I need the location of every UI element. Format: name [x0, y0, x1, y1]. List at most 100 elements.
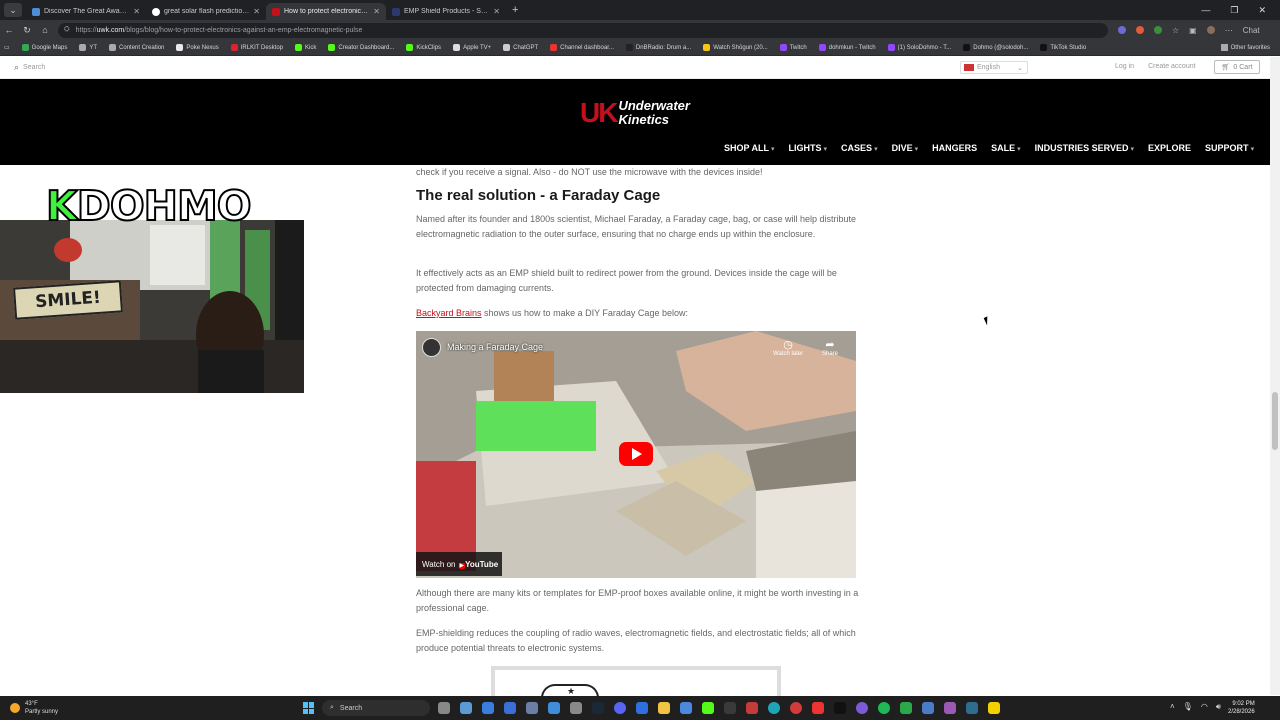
app-icon[interactable] [966, 702, 978, 714]
bookmark-folder-icon[interactable]: ▭ [4, 44, 10, 51]
nav-shop-all[interactable]: SHOP ALL ▾ [724, 143, 775, 153]
bookmark-item[interactable]: IRLKIT Desktop [230, 44, 283, 51]
tab-3[interactable]: EMP Shield Products - Signature S ✕ [386, 3, 506, 20]
page-scrollbar[interactable] [1270, 57, 1280, 695]
xbox-icon[interactable] [724, 702, 736, 714]
watch-later-button[interactable]: ◷ Watch later [773, 338, 803, 357]
site-info-icon[interactable]: ⛭ [64, 26, 70, 34]
nav-dive[interactable]: DIVE ▾ [892, 143, 919, 153]
copilot-chat-button[interactable]: Chat [1243, 26, 1260, 35]
bookmark-item[interactable]: DnBRadio: Drum a... [625, 44, 691, 51]
maximize-icon[interactable]: ❐ [1230, 5, 1238, 16]
bookmark-item[interactable]: Content Creation [109, 44, 164, 51]
app-icon[interactable] [570, 702, 582, 714]
chevron-up-icon[interactable]: ˄ [1170, 702, 1175, 712]
refresh-icon[interactable]: ↻ [18, 25, 36, 36]
profile-avatar[interactable] [1206, 26, 1215, 34]
bookmark-item[interactable]: dohmkun - Twitch [818, 44, 876, 51]
login-link[interactable]: Log in [1115, 63, 1134, 70]
nav-lights[interactable]: LIGHTS ▾ [789, 143, 828, 153]
task-view-icon[interactable] [438, 702, 450, 714]
close-icon[interactable]: ✕ [253, 7, 260, 16]
wifi-icon[interactable]: ◠ [1201, 702, 1208, 712]
steam-icon[interactable] [592, 702, 604, 714]
bookmark-item[interactable]: TikTok Studio [1040, 44, 1086, 51]
nav-explore[interactable]: EXPLORE [1148, 143, 1191, 153]
microphone-icon[interactable]: 🎙︎ [1183, 702, 1193, 712]
bookmark-item[interactable]: Apple TV+ [453, 44, 491, 51]
start-windows-icon[interactable] [303, 702, 315, 714]
app-icon[interactable] [900, 702, 912, 714]
youtube-embed[interactable]: Making a Faraday Cage ◷ Watch later ➦ Shar… [416, 331, 856, 578]
other-favorites[interactable]: Other favorites [1220, 44, 1280, 51]
language-select[interactable]: English ⌄ [960, 61, 1028, 74]
kick-icon[interactable] [702, 702, 714, 714]
tab-actions-icon[interactable]: ⌄ [4, 3, 22, 17]
taskbar-search[interactable]: ⌕ Search [322, 700, 430, 716]
tab-1[interactable]: great solar flash prediction - Goog ✕ [146, 3, 266, 20]
watch-on-youtube-button[interactable]: Watch on ▶YouTube [416, 552, 502, 576]
close-icon[interactable]: ✕ [133, 7, 140, 16]
bookmark-item[interactable]: Channel dashboar... [550, 44, 614, 51]
bookmark-item[interactable]: Creator Dashboard... [328, 44, 394, 51]
close-icon[interactable]: ✕ [493, 7, 500, 16]
bookmark-item[interactable]: Poke Nexus [176, 44, 219, 51]
app-icon[interactable] [746, 702, 758, 714]
extension-icon[interactable] [1118, 26, 1126, 34]
app-icon[interactable] [680, 702, 692, 714]
bookmark-item[interactable]: (1) SoloDohmo - T... [887, 44, 951, 51]
site-search[interactable]: ⌕ Search [14, 62, 45, 73]
tab-2[interactable]: How to protect electronics agains... ✕ [266, 3, 386, 20]
create-account-link[interactable]: Create account [1148, 63, 1195, 70]
app-icon[interactable] [922, 702, 934, 714]
nav-hangers[interactable]: HANGERS [932, 143, 977, 153]
cart-button[interactable]: 🛒︎ 0 Cart [1214, 60, 1260, 74]
site-logo[interactable]: UK Underwater Kinetics [580, 99, 690, 127]
app-icon[interactable] [548, 702, 560, 714]
bookmark-item[interactable]: Twitch [779, 44, 807, 51]
video-title[interactable]: Making a Faraday Cage [447, 342, 543, 352]
menu-dots-icon[interactable]: ⋯ [1225, 26, 1233, 35]
new-tab-icon[interactable]: + [512, 4, 518, 16]
bookmark-item[interactable]: Kick [295, 44, 316, 51]
file-explorer-icon[interactable] [460, 702, 472, 714]
folder-icon[interactable] [658, 702, 670, 714]
tab-0[interactable]: Discover The Great Awakening M... ✕ [26, 3, 146, 20]
weather-widget[interactable]: 43°F Partly sunny [10, 700, 58, 716]
close-icon[interactable]: ✕ [373, 7, 380, 16]
bookmark-item[interactable]: KickClips [406, 44, 441, 51]
bookmark-item[interactable]: Google Maps [21, 44, 67, 51]
spotify-icon[interactable] [878, 702, 890, 714]
edge-icon[interactable] [768, 702, 780, 714]
bookmark-item[interactable]: Dohmo (@solodoh... [963, 44, 1028, 51]
share-button[interactable]: ➦ Share [822, 338, 838, 357]
address-bar[interactable]: ⛭ https://uwk.com/blogs/blog/how-to-prot… [58, 22, 1108, 38]
nav-support[interactable]: SUPPORT ▾ [1205, 143, 1254, 153]
nav-industries-served[interactable]: INDUSTRIES SERVED ▾ [1035, 143, 1134, 153]
extension-icon[interactable] [1136, 26, 1144, 34]
volume-icon[interactable]: 🔊︎ [1216, 702, 1221, 712]
app-icon[interactable] [790, 702, 802, 714]
system-clock[interactable]: 9:02 PM 2/28/2026 [1228, 700, 1255, 716]
window-close-icon[interactable]: ✕ [1258, 5, 1266, 16]
bookmark-item[interactable]: YT [79, 44, 97, 51]
favorites-icon[interactable]: ☆ [1172, 26, 1179, 35]
youtube-icon[interactable] [812, 702, 824, 714]
bookmark-item[interactable]: ChatGPT [503, 44, 538, 51]
backyard-brains-link[interactable]: Backyard Brains [416, 308, 482, 318]
app-icon[interactable] [988, 702, 1000, 714]
collections-icon[interactable]: ▣ [1189, 26, 1197, 35]
app-icon[interactable] [526, 702, 538, 714]
channel-avatar[interactable] [422, 338, 441, 357]
bookmark-item[interactable]: Watch Shōgun (20... [703, 44, 768, 51]
app-icon[interactable] [504, 702, 516, 714]
back-icon[interactable]: ← [0, 25, 18, 35]
app-icon[interactable] [636, 702, 648, 714]
app-icon[interactable] [856, 702, 868, 714]
scrollbar-thumb[interactable] [1272, 392, 1278, 450]
home-icon[interactable]: ⌂ [36, 25, 54, 35]
play-button[interactable] [619, 442, 653, 466]
nav-sale[interactable]: SALE ▾ [991, 143, 1021, 153]
extension-icon[interactable] [1154, 26, 1162, 34]
x-icon[interactable] [834, 702, 846, 714]
